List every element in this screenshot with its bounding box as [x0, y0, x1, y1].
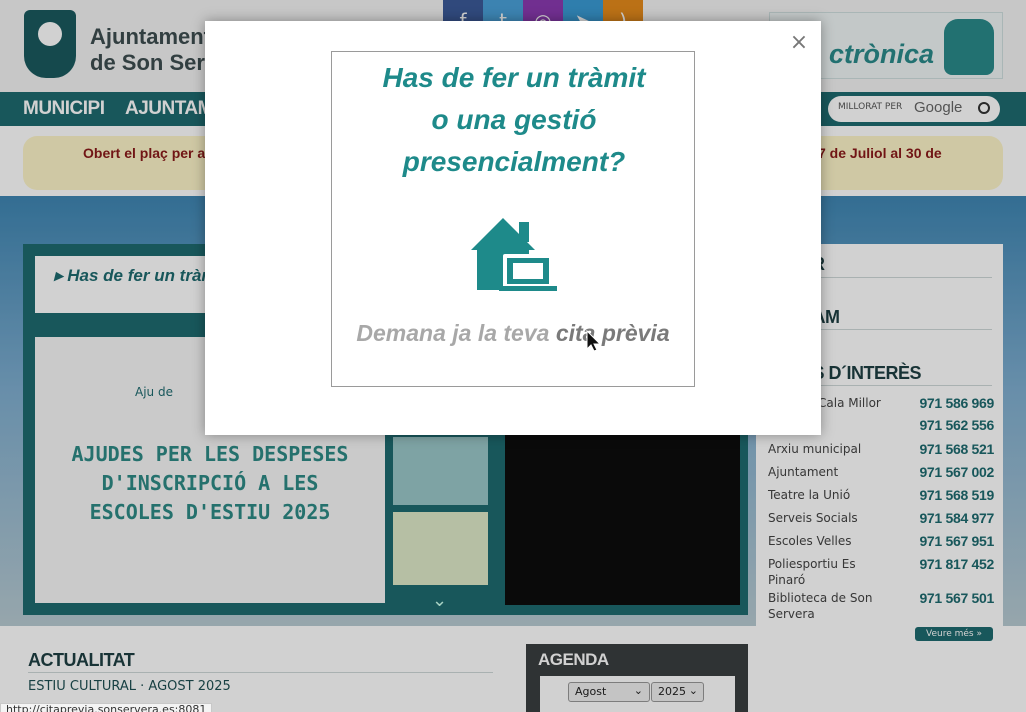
- status-bar-url: http://citaprevia.sonservera.es:8081: [0, 703, 213, 712]
- modal-question-line-2: o una gestió: [431, 104, 597, 135]
- close-icon[interactable]: ×: [787, 30, 811, 56]
- cta-prefix: Demana ja la teva: [356, 320, 550, 346]
- modal-question-line-1: Has de fer un tràmit: [382, 62, 646, 93]
- mouse-cursor-icon: [586, 330, 602, 352]
- cita-previa-link[interactable]: Demana ja la teva cita prèvia: [331, 320, 695, 347]
- cta-highlight: cita prèvia: [555, 320, 670, 346]
- modal-question-line-3: presencialment?: [402, 146, 626, 177]
- house-laptop-icon: [471, 218, 557, 291]
